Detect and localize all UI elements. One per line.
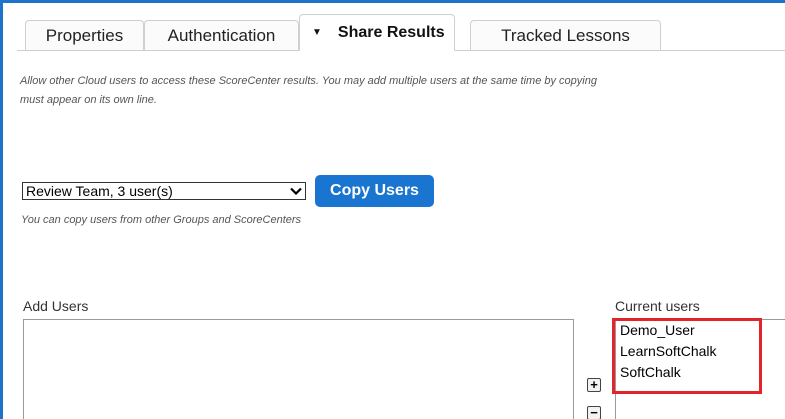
share-description-line: Allow other Cloud users to access these … bbox=[20, 75, 597, 87]
share-results-panel: Properties Authentication ▼ Share Result… bbox=[0, 0, 785, 419]
copy-users-button[interactable]: Copy Users bbox=[315, 175, 434, 207]
add-users-textarea[interactable] bbox=[23, 319, 574, 419]
highlight-box bbox=[612, 318, 762, 394]
chevron-down-icon bbox=[287, 187, 305, 195]
share-description: Allow other Cloud users to access these … bbox=[20, 72, 785, 110]
tab-label: Authentication bbox=[167, 25, 276, 45]
current-users-label: Current users bbox=[615, 298, 700, 314]
add-user-button[interactable]: + bbox=[587, 378, 601, 392]
share-description-line: must appear on its own line. bbox=[20, 94, 157, 106]
copy-hint: You can copy users from other Groups and… bbox=[21, 214, 302, 226]
tab-bar: Properties Authentication ▼ Share Result… bbox=[3, 3, 785, 51]
tab-label: Properties bbox=[45, 25, 124, 45]
tab-tracked-lessons[interactable]: Tracked Lessons bbox=[470, 20, 661, 50]
group-select[interactable]: Review Team, 3 user(s) bbox=[22, 182, 306, 200]
tab-share-results[interactable]: ▼ Share Results bbox=[299, 14, 455, 51]
caret-down-icon: ▼ bbox=[312, 27, 322, 38]
tab-authentication[interactable]: Authentication bbox=[144, 20, 299, 50]
remove-user-button[interactable]: − bbox=[587, 406, 601, 419]
tab-label: Tracked Lessons bbox=[501, 25, 630, 45]
tab-properties[interactable]: Properties bbox=[25, 20, 144, 50]
add-users-label: Add Users bbox=[23, 298, 89, 314]
tab-label: Share Results bbox=[337, 24, 445, 41]
group-select-value: Review Team, 3 user(s) bbox=[26, 183, 173, 199]
